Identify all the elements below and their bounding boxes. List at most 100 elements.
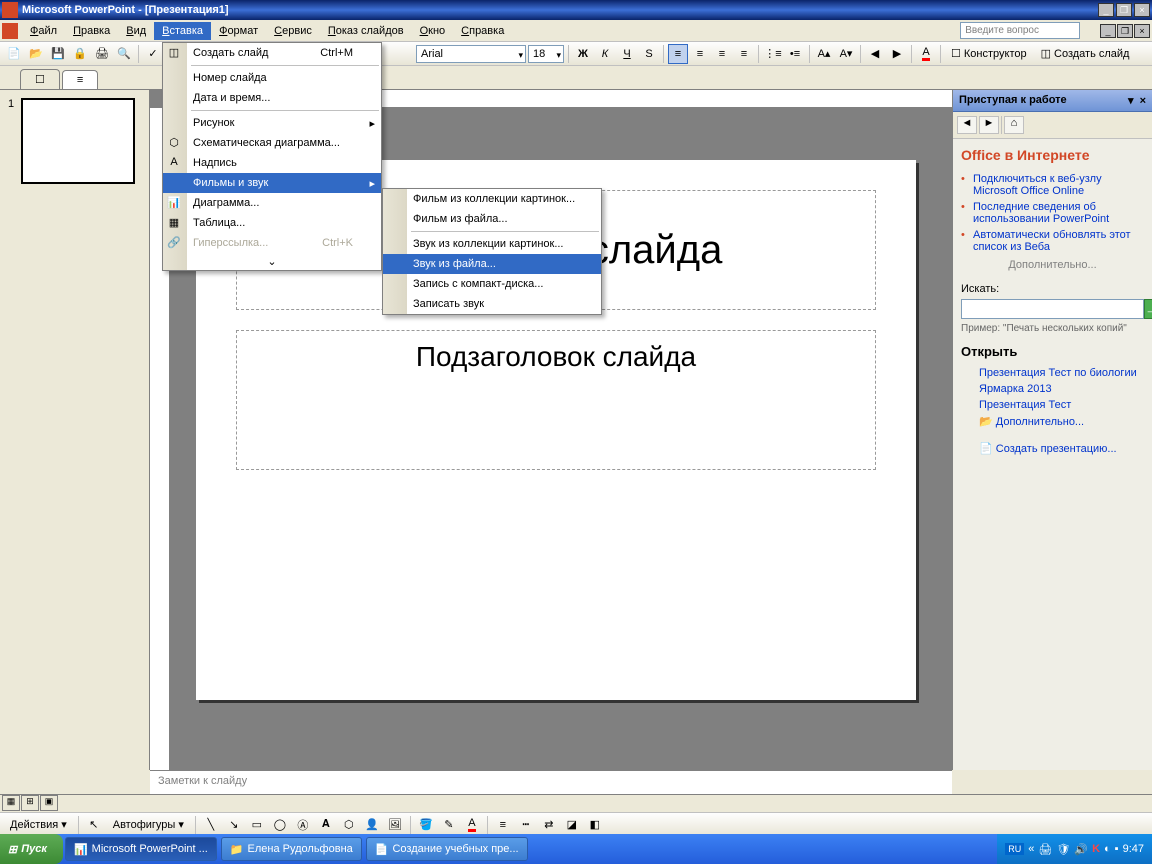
arrow-button[interactable]: ↘ (224, 815, 244, 835)
save-button[interactable]: 💾 (48, 44, 68, 64)
taskbar-folder[interactable]: 📁 Елена Рудольфовна (221, 837, 362, 861)
doc-close-button[interactable]: × (1134, 24, 1150, 38)
subtitle-placeholder[interactable]: Подзаголовок слайда (236, 330, 876, 470)
submenu-item[interactable]: Запись с компакт-диска... (383, 274, 601, 294)
menu-item[interactable]: ⬡Схематическая диаграмма... (163, 133, 381, 153)
tray-icon-2[interactable]: 🛡 (1056, 843, 1070, 856)
tray-icon-5[interactable]: ▪ (1115, 843, 1119, 855)
open-button[interactable]: 📂 (26, 44, 46, 64)
link-connect-online[interactable]: Подключиться к веб-узлу Microsoft Office… (961, 171, 1144, 199)
print-button[interactable]: 🖨 (92, 44, 112, 64)
create-presentation[interactable]: 📄 Создать презентацию... (961, 440, 1144, 457)
taskbar-powerpoint[interactable]: 📊 Microsoft PowerPoint ... (65, 837, 217, 861)
tray-icon-1[interactable]: 🖨 (1038, 843, 1052, 856)
font-size-combo[interactable]: 18 (528, 45, 564, 63)
3d-style-button[interactable]: ◧ (585, 815, 605, 835)
decrease-font-button[interactable]: A▾ (836, 44, 856, 64)
tray-language-icon[interactable]: RU (1005, 843, 1024, 855)
tab-outline[interactable]: ≡ (62, 70, 98, 89)
doc-minimize-button[interactable]: _ (1100, 24, 1116, 38)
menu-item[interactable]: ◫Создать слайдCtrl+M (163, 43, 381, 63)
recent-more[interactable]: 📂 Дополнительно... (961, 413, 1144, 430)
menu-item[interactable]: Номер слайда (163, 68, 381, 88)
select-button[interactable]: ↖ (84, 815, 104, 835)
menu-вид[interactable]: Вид (118, 22, 154, 40)
submenu-item[interactable]: Звук из файла... (383, 254, 601, 274)
increase-indent-button[interactable]: ▶ (887, 44, 907, 64)
menu-item[interactable]: ▦Таблица... (163, 213, 381, 233)
increase-font-button[interactable]: A▴ (814, 44, 834, 64)
align-right-button[interactable]: ≡ (712, 44, 732, 64)
submenu-item[interactable]: Звук из коллекции картинок... (383, 234, 601, 254)
taskbar-word[interactable]: 📄 Создание учебных пре... (366, 837, 528, 861)
normal-view-button[interactable]: ▦ (2, 795, 20, 811)
numbering-button[interactable]: ⋮≡ (763, 44, 783, 64)
menu-item[interactable]: Дата и время... (163, 88, 381, 108)
slideshow-view-button[interactable]: ▣ (40, 795, 58, 811)
fill-color-button[interactable]: 🪣 (416, 815, 436, 835)
menu-item[interactable]: 📊Диаграмма... (163, 193, 381, 213)
submenu-item[interactable]: Фильм из файла... (383, 209, 601, 229)
actions-dropdown[interactable]: Действия ▾ (4, 816, 73, 833)
recent-file-1[interactable]: Презентация Тест по биологии (961, 365, 1144, 381)
notes-pane[interactable]: Заметки к слайду (150, 770, 952, 794)
menu-показ слайдов[interactable]: Показ слайдов (320, 22, 412, 40)
wordart-button[interactable]: 𝐀 (316, 815, 336, 835)
link-auto-update[interactable]: Автоматически обновлять этот список из В… (961, 227, 1144, 255)
tray-clock[interactable]: 9:47 (1123, 843, 1144, 855)
new-button[interactable]: 📄 (4, 44, 24, 64)
new-slide-button[interactable]: ◫ Создать слайд (1035, 45, 1136, 62)
line-button[interactable]: ╲ (201, 815, 221, 835)
search-go-button[interactable]: → (1144, 299, 1152, 319)
font-color-button[interactable]: A (916, 44, 936, 64)
oval-button[interactable]: ◯ (270, 815, 290, 835)
sorter-view-button[interactable]: ⊞ (21, 795, 39, 811)
link-latest-news[interactable]: Последние сведения об использовании Powe… (961, 199, 1144, 227)
textbox-button[interactable]: Ⓐ (293, 815, 313, 835)
tray-kaspersky-icon[interactable]: K (1092, 843, 1100, 855)
shadow-button[interactable]: S (639, 44, 659, 64)
font-combo[interactable]: Arial (416, 45, 526, 63)
permission-button[interactable]: 🔒 (70, 44, 90, 64)
align-justify-button[interactable]: ≡ (734, 44, 754, 64)
recent-file-3[interactable]: Презентация Тест (961, 397, 1144, 413)
menu-сервис[interactable]: Сервис (266, 22, 320, 40)
line-style-button[interactable]: ≡ (493, 815, 513, 835)
shadow-style-button[interactable]: ◪ (562, 815, 582, 835)
slide-thumbnail[interactable] (21, 98, 135, 184)
arrow-style-button[interactable]: ⇄ (539, 815, 559, 835)
nav-back-button[interactable]: ◄ (957, 116, 977, 134)
picture-button[interactable]: 🖼 (385, 815, 405, 835)
app-icon[interactable] (2, 23, 18, 39)
close-button[interactable]: × (1134, 3, 1150, 17)
tray-icon-4[interactable]: ◐ (1104, 843, 1111, 855)
dash-style-button[interactable]: ┅ (516, 815, 536, 835)
menu-item[interactable]: Фильмы и звук▸ (163, 173, 381, 193)
question-input[interactable]: Введите вопрос (960, 22, 1080, 39)
font-color-draw-button[interactable]: A (462, 815, 482, 835)
menu-вставка[interactable]: Вставка (154, 22, 211, 40)
recent-file-2[interactable]: Ярмарка 2013 (961, 381, 1144, 397)
start-button[interactable]: ⊞ Пуск (0, 834, 63, 864)
nav-home-button[interactable]: ⌂ (1004, 116, 1024, 134)
bold-button[interactable]: Ж (573, 44, 593, 64)
menu-справка[interactable]: Справка (453, 22, 512, 40)
align-left-button[interactable]: ≡ (668, 44, 688, 64)
tab-slides[interactable]: ☐ (20, 69, 60, 89)
rectangle-button[interactable]: ▭ (247, 815, 267, 835)
menu-expand-icon[interactable]: ⌄ (163, 253, 381, 270)
diagram-button[interactable]: ⬡ (339, 815, 359, 835)
restore-button[interactable]: ❐ (1116, 3, 1132, 17)
menu-item[interactable]: AНадпись (163, 153, 381, 173)
tray-icon-3[interactable]: 🔊 (1074, 843, 1088, 856)
tray-chevron-icon[interactable]: « (1028, 843, 1034, 855)
menu-формат[interactable]: Формат (211, 22, 266, 40)
align-center-button[interactable]: ≡ (690, 44, 710, 64)
line-color-button[interactable]: ✎ (439, 815, 459, 835)
menu-item[interactable]: Рисунок▸ (163, 113, 381, 133)
clipart-button[interactable]: 👤 (362, 815, 382, 835)
autoshapes-dropdown[interactable]: Автофигуры ▾ (107, 816, 190, 833)
menu-файл[interactable]: Файл (22, 22, 65, 40)
submenu-item[interactable]: Записать звук (383, 294, 601, 314)
menu-окно[interactable]: Окно (412, 22, 454, 40)
